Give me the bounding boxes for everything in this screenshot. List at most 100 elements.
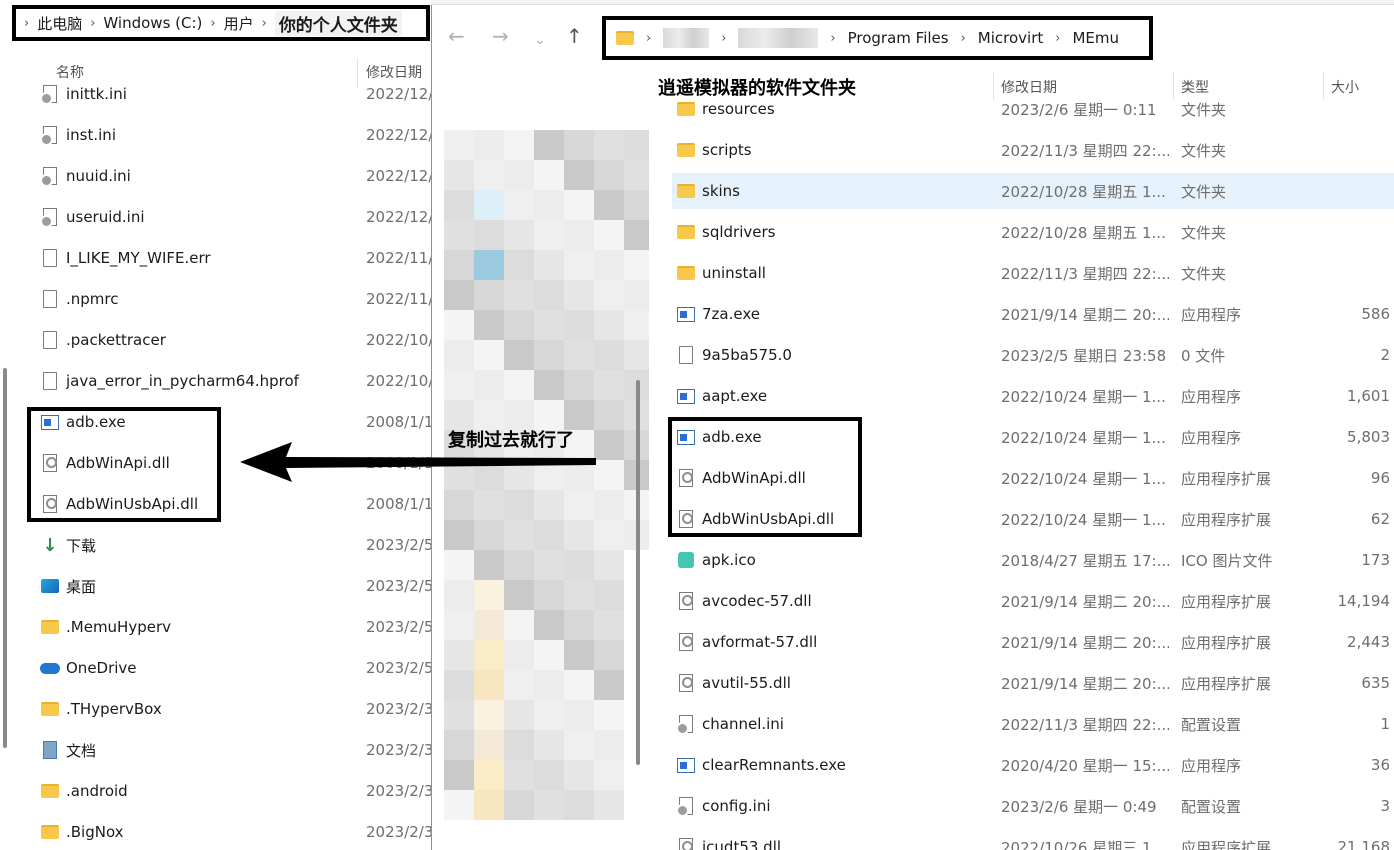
- blur-tile: [624, 280, 649, 310]
- file-row[interactable]: .MemuHyperv 2023/2/5: [40, 615, 431, 639]
- blur-tile: [444, 580, 474, 610]
- file-row[interactable]: .BigNox 2023/2/3: [40, 820, 431, 844]
- file-row[interactable]: adb.exe 2022/10/24 星期一 1... 应用程序 5,803: [672, 419, 1394, 455]
- blur-tile: [444, 550, 474, 580]
- file-row[interactable]: 文档 2023/2/3: [40, 738, 431, 762]
- ini-file-icon: [676, 796, 696, 817]
- blur-tile: [624, 190, 649, 220]
- file-name: 7za.exe: [702, 305, 760, 323]
- file-row[interactable]: java_error_in_pycharm64.hprof 2022/10/: [40, 369, 431, 393]
- blur-tile: [504, 370, 534, 400]
- breadcrumb-drive-c[interactable]: Windows (C:): [103, 14, 202, 32]
- file-row[interactable]: uninstall 2022/11/3 星期四 22:... 文件夹: [672, 255, 1394, 291]
- navigation-pane-scrollbar[interactable]: [636, 380, 640, 765]
- breadcrumb-microvirt[interactable]: Microvirt: [978, 29, 1043, 47]
- file-row[interactable]: AdbWinUsbApi.dll 2022/10/24 星期一 1... 应用程序扩…: [672, 501, 1394, 537]
- file-name: AdbWinUsbApi.dll: [702, 510, 835, 528]
- blur-tile: [444, 130, 474, 160]
- file-row[interactable]: clearRemnants.exe 2020/4/20 星期一 15:... 应用程…: [672, 747, 1394, 783]
- file-row[interactable]: nuuid.ini 2022/12/: [40, 164, 431, 188]
- file-row[interactable]: resources 2023/2/6 星期一 0:11 文件夹: [672, 91, 1394, 127]
- file-row[interactable]: 桌面 2023/2/5: [40, 574, 431, 598]
- blur-tile: [504, 250, 534, 280]
- file-name: inittk.ini: [66, 85, 127, 103]
- ini-file-icon: [676, 714, 696, 735]
- file-name: scripts: [702, 141, 752, 159]
- file-name: .THypervBox: [66, 700, 162, 718]
- file-row[interactable]: channel.ini 2022/11/3 星期四 22:... 配置设置 1: [672, 706, 1394, 742]
- file-date: 2022/10/28 星期五 1...: [1001, 223, 1166, 242]
- file-row[interactable]: ↓ 下载 2023/2/5: [40, 533, 431, 557]
- file-row[interactable]: adb.exe 2008/1/1: [40, 410, 431, 434]
- file-date: 2023/2/5 星期日 23:58: [1001, 346, 1167, 365]
- blur-tile: [564, 220, 594, 250]
- file-row[interactable]: .android 2023/2/3: [40, 779, 431, 803]
- blur-tile: [504, 730, 534, 760]
- file-row[interactable]: inittk.ini 2022/12/: [40, 82, 431, 106]
- blur-tile: [594, 400, 624, 430]
- file-type: 应用程序: [1181, 305, 1242, 324]
- column-header-date[interactable]: 修改日期: [366, 62, 422, 82]
- file-name: .BigNox: [66, 823, 124, 841]
- file-row[interactable]: AdbWinUsbApi.dll 2008/1/1: [40, 492, 431, 516]
- file-row[interactable]: avformat-57.dll 2021/9/14 星期二 20:... 应用程序扩…: [672, 624, 1394, 660]
- file-row[interactable]: OneDrive 2023/2/5: [40, 656, 431, 680]
- file-date: 2023/2/3: [366, 823, 431, 841]
- file-row[interactable]: apk.ico 2018/4/27 星期五 17:... ICO 图片文件 173: [672, 542, 1394, 578]
- breadcrumb-program-files[interactable]: Program Files: [848, 29, 949, 47]
- file-row[interactable]: avutil-55.dll 2021/9/14 星期二 20:... 应用程序扩展 6…: [672, 665, 1394, 701]
- left-scrollbar[interactable]: [3, 368, 7, 748]
- file-row[interactable]: 7za.exe 2021/9/14 星期二 20:... 应用程序 586: [672, 296, 1394, 332]
- file-row[interactable]: aapt.exe 2022/10/24 星期一 1... 应用程序 1,601: [672, 378, 1394, 414]
- breadcrumb-users[interactable]: 用户: [224, 13, 254, 34]
- dll-icon: [40, 453, 60, 473]
- navigation-pane-blurred: [431, 0, 649, 850]
- file-row[interactable]: useruid.ini 2022/12/: [40, 205, 431, 229]
- file-row[interactable]: skins 2022/10/28 星期五 1... 文件夹: [672, 173, 1394, 209]
- back-arrow-icon[interactable]: ←: [448, 26, 465, 46]
- blur-tile: [534, 280, 564, 310]
- blur-tile: [474, 700, 504, 730]
- forward-arrow-icon[interactable]: →: [492, 26, 509, 46]
- blur-tile: [474, 580, 504, 610]
- file-name: adb.exe: [702, 428, 762, 446]
- file-date: 2021/9/14 星期二 20:...: [1001, 674, 1169, 693]
- left-address-bar[interactable]: › 此电脑 › Windows (C:) › 用户 › 你的个人文件夹: [12, 5, 430, 41]
- file-row[interactable]: AdbWinApi.dll 2022/10/24 星期一 1... 应用程序扩展 96: [672, 460, 1394, 496]
- file-row[interactable]: sqldrivers 2022/10/28 星期五 1... 文件夹: [672, 214, 1394, 250]
- blur-tile: [564, 700, 594, 730]
- file-row[interactable]: avcodec-57.dll 2021/9/14 星期二 20:... 应用程序扩展…: [672, 583, 1394, 619]
- recent-chevron-down-icon[interactable]: ⌄: [534, 30, 546, 50]
- file-date: 2023/2/6 星期一 0:11: [1001, 100, 1157, 119]
- file-row[interactable]: scripts 2022/11/3 星期四 22:... 文件夹: [672, 132, 1394, 168]
- file-name: adb.exe: [66, 413, 126, 431]
- column-header-name[interactable]: 名称: [56, 62, 84, 82]
- file-name: 文档: [66, 741, 97, 760]
- file-row[interactable]: .npmrc 2022/11/: [40, 287, 431, 311]
- file-name: useruid.ini: [66, 208, 145, 226]
- right-address-bar[interactable]: › › › Program Files › Microvirt › MEmu: [602, 16, 1153, 60]
- up-arrow-icon[interactable]: ↑: [566, 26, 583, 46]
- breadcrumb-memu[interactable]: MEmu: [1072, 29, 1119, 47]
- file-name: skins: [702, 182, 740, 200]
- file-date: 2022/11/3 星期四 22:...: [1001, 715, 1169, 734]
- blur-tile: [594, 280, 624, 310]
- file-row[interactable]: I_LIKE_MY_WIFE.err 2022/11/: [40, 246, 431, 270]
- file-name: resources: [702, 100, 775, 118]
- file-row[interactable]: .packettracer 2022/10/: [40, 328, 431, 352]
- blur-tile: [594, 670, 624, 700]
- blur-tile: [504, 550, 534, 580]
- file-row[interactable]: .THypervBox 2023/2/3: [40, 697, 431, 721]
- ini-file-icon: [40, 207, 60, 228]
- breadcrumb-this-pc[interactable]: 此电脑: [37, 13, 82, 34]
- file-row[interactable]: 9a5ba575.0 2023/2/5 星期日 23:58 0 文件 2: [672, 337, 1394, 373]
- blur-tile: [594, 250, 624, 280]
- file-type: 文件夹: [1181, 100, 1227, 119]
- file-date: 2022/10/28 星期五 1...: [1001, 182, 1166, 201]
- file-row[interactable]: icudt53.dll 2022/10/26 星期三 1... 应用程序扩展 21,1…: [672, 829, 1394, 850]
- file-row[interactable]: inst.ini 2022/12/: [40, 123, 431, 147]
- blur-tile: [504, 580, 534, 610]
- file-row[interactable]: config.ini 2023/2/6 星期一 0:49 配置设置 3: [672, 788, 1394, 824]
- file-name: I_LIKE_MY_WIFE.err: [66, 249, 211, 267]
- blur-tile: [444, 730, 474, 760]
